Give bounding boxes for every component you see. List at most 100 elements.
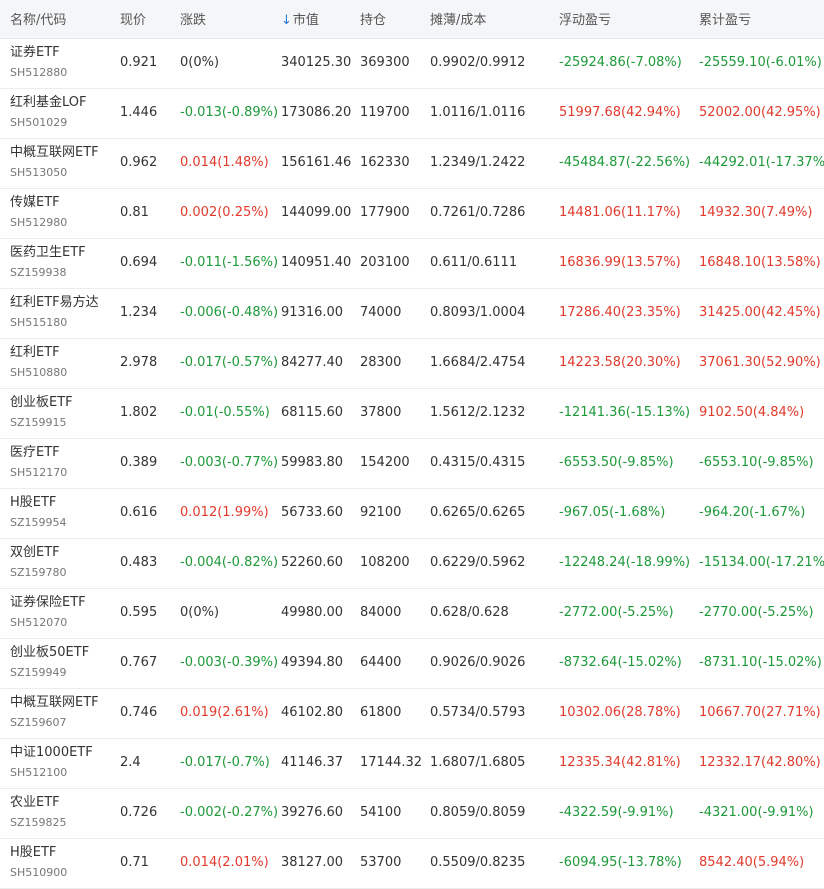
cost-cell: 0.611/0.6111 bbox=[430, 255, 518, 270]
change-cell: 0.019(2.61%) bbox=[180, 705, 269, 720]
fund-name[interactable]: 中概互联网ETF bbox=[10, 694, 99, 712]
market-value-cell: 140951.40 bbox=[281, 255, 352, 270]
total-pnl-cell: -2770.00(-5.25%) bbox=[699, 605, 814, 620]
fund-name[interactable]: 传媒ETF bbox=[10, 194, 67, 212]
table-row[interactable]: 创业板ETF SZ159915 1.802 -0.01(-0.55%) 68115.60… bbox=[0, 389, 824, 439]
table-row[interactable]: 传媒ETF SH512980 0.81 0.002(0.25%) 144099.00 17… bbox=[0, 189, 824, 239]
price-cell: 0.767 bbox=[120, 655, 158, 670]
float-pnl-cell: -6553.50(-9.85%) bbox=[559, 455, 674, 470]
fund-code: SZ159825 bbox=[10, 816, 67, 829]
market-value-cell: 56733.60 bbox=[281, 505, 344, 520]
fund-name[interactable]: 红利基金LOF bbox=[10, 94, 87, 112]
fund-name[interactable]: 红利ETF易方达 bbox=[10, 294, 99, 312]
total-pnl-cell: 12332.17(42.80%) bbox=[699, 755, 821, 770]
total-pnl-cell: 37061.30(52.90%) bbox=[699, 355, 821, 370]
fund-code: SZ159949 bbox=[10, 666, 67, 679]
float-pnl-cell: 16836.99(13.57%) bbox=[559, 255, 681, 270]
table-row[interactable]: H股ETF SZ159954 0.616 0.012(1.99%) 56733.60 92… bbox=[0, 489, 824, 539]
table-row[interactable]: 证券ETF SH512880 0.921 0(0%) 340125.30 369300 0.… bbox=[0, 39, 824, 89]
change-cell: -0.003(-0.77%) bbox=[180, 455, 279, 470]
cost-cell: 0.6265/0.6265 bbox=[430, 505, 526, 520]
column-header-change[interactable]: 涨跌 bbox=[180, 9, 206, 28]
fund-name-cell: H股ETF SZ159954 bbox=[10, 494, 67, 531]
column-header-cost[interactable]: 摊薄/成本 bbox=[430, 9, 486, 28]
fund-name[interactable]: H股ETF bbox=[10, 844, 67, 862]
float-pnl-cell: 51997.68(42.94%) bbox=[559, 105, 681, 120]
table-row[interactable]: 医疗ETF SH512170 0.389 -0.003(-0.77%) 59983.80… bbox=[0, 439, 824, 489]
market-value-cell: 173086.20 bbox=[281, 105, 352, 120]
fund-name[interactable]: 双创ETF bbox=[10, 544, 67, 562]
table-row[interactable]: H股ETF SH510900 0.71 0.014(2.01%) 38127.00 537… bbox=[0, 839, 824, 889]
total-pnl-cell: 16848.10(13.58%) bbox=[699, 255, 821, 270]
price-cell: 0.962 bbox=[120, 155, 158, 170]
holdings-cell: 177900 bbox=[360, 205, 410, 220]
price-cell: 0.694 bbox=[120, 255, 158, 270]
float-pnl-cell: -12141.36(-15.13%) bbox=[559, 405, 691, 420]
price-cell: 0.595 bbox=[120, 605, 158, 620]
table-row[interactable]: 红利基金LOF SH501029 1.446 -0.013(-0.89%) 173086… bbox=[0, 89, 824, 139]
fund-name[interactable]: 红利ETF bbox=[10, 344, 67, 362]
market-value-cell: 91316.00 bbox=[281, 305, 344, 320]
column-header-market-value[interactable]: ↓市值 bbox=[281, 9, 319, 28]
fund-name-cell: 创业板ETF SZ159915 bbox=[10, 394, 73, 431]
fund-code: SH515180 bbox=[10, 316, 68, 329]
fund-name-cell: 中概互联网ETF SZ159607 bbox=[10, 694, 99, 731]
column-header-holdings[interactable]: 持仓 bbox=[360, 9, 386, 28]
fund-name-cell: 中概互联网ETF SH513050 bbox=[10, 144, 99, 181]
fund-name-cell: 双创ETF SZ159780 bbox=[10, 544, 67, 581]
table-row[interactable]: 中概互联网ETF SH513050 0.962 0.014(1.48%) 156161.… bbox=[0, 139, 824, 189]
column-header-name[interactable]: 名称/代码 bbox=[10, 9, 66, 28]
float-pnl-cell: -12248.24(-18.99%) bbox=[559, 555, 691, 570]
fund-code: SH512880 bbox=[10, 66, 68, 79]
column-header-float-pnl[interactable]: 浮动盈亏 bbox=[559, 9, 611, 28]
fund-name[interactable]: 创业板50ETF bbox=[10, 644, 89, 662]
total-pnl-cell: 10667.70(27.71%) bbox=[699, 705, 821, 720]
table-row[interactable]: 农业ETF SZ159825 0.726 -0.002(-0.27%) 39276.60… bbox=[0, 789, 824, 839]
holdings-cell: 64400 bbox=[360, 655, 402, 670]
holdings-cell: 37800 bbox=[360, 405, 402, 420]
float-pnl-cell: 17286.40(23.35%) bbox=[559, 305, 681, 320]
price-cell: 1.446 bbox=[120, 105, 158, 120]
fund-name-cell: 红利ETF SH510880 bbox=[10, 344, 67, 381]
column-header-price[interactable]: 现价 bbox=[120, 9, 146, 28]
fund-name[interactable]: 农业ETF bbox=[10, 794, 67, 812]
fund-name-cell: 农业ETF SZ159825 bbox=[10, 794, 67, 831]
market-value-cell: 49394.80 bbox=[281, 655, 344, 670]
table-row[interactable]: 双创ETF SZ159780 0.483 -0.004(-0.82%) 52260.60… bbox=[0, 539, 824, 589]
table-row[interactable]: 红利ETF SH510880 2.978 -0.017(-0.57%) 84277.40… bbox=[0, 339, 824, 389]
fund-name[interactable]: 证券ETF bbox=[10, 44, 67, 62]
table-row[interactable]: 中概互联网ETF SZ159607 0.746 0.019(2.61%) 46102.8… bbox=[0, 689, 824, 739]
fund-code: SH512070 bbox=[10, 616, 68, 629]
fund-name[interactable]: 证券保险ETF bbox=[10, 594, 86, 612]
total-pnl-cell: -44292.01(-17.37%) bbox=[699, 155, 824, 170]
price-cell: 0.726 bbox=[120, 805, 158, 820]
price-cell: 0.746 bbox=[120, 705, 158, 720]
table-body: 证券ETF SH512880 0.921 0(0%) 340125.30 369300 0.… bbox=[0, 39, 824, 889]
fund-name[interactable]: H股ETF bbox=[10, 494, 67, 512]
float-pnl-cell: 14223.58(20.30%) bbox=[559, 355, 681, 370]
column-header-total-pnl[interactable]: 累计盈亏 bbox=[699, 9, 751, 28]
market-value-cell: 39276.60 bbox=[281, 805, 344, 820]
price-cell: 1.802 bbox=[120, 405, 158, 420]
market-value-cell: 340125.30 bbox=[281, 55, 352, 70]
table-row[interactable]: 证券保险ETF SH512070 0.595 0(0%) 49980.00 84000 0.… bbox=[0, 589, 824, 639]
market-value-cell: 41146.37 bbox=[281, 755, 344, 770]
table-row[interactable]: 中证1000ETF SH512100 2.4 -0.017(-0.7%) 41146.3… bbox=[0, 739, 824, 789]
table-row[interactable]: 创业板50ETF SZ159949 0.767 -0.003(-0.39%) 49394… bbox=[0, 639, 824, 689]
holdings-cell: 74000 bbox=[360, 305, 402, 320]
table-row[interactable]: 红利ETF易方达 SH515180 1.234 -0.006(-0.48%) 91316… bbox=[0, 289, 824, 339]
fund-name[interactable]: 医药卫生ETF bbox=[10, 244, 86, 262]
cost-cell: 0.5734/0.5793 bbox=[430, 705, 526, 720]
fund-name[interactable]: 创业板ETF bbox=[10, 394, 73, 412]
fund-name-cell: 医疗ETF SH512170 bbox=[10, 444, 67, 481]
cost-cell: 0.6229/0.5962 bbox=[430, 555, 526, 570]
table-row[interactable]: 医药卫生ETF SZ159938 0.694 -0.011(-1.56%) 140951… bbox=[0, 239, 824, 289]
total-pnl-cell: -4321.00(-9.91%) bbox=[699, 805, 814, 820]
fund-code: SH510900 bbox=[10, 866, 68, 879]
fund-name[interactable]: 中证1000ETF bbox=[10, 744, 93, 762]
cost-cell: 0.4315/0.4315 bbox=[430, 455, 526, 470]
holdings-cell: 92100 bbox=[360, 505, 402, 520]
holdings-cell: 28300 bbox=[360, 355, 402, 370]
fund-name[interactable]: 中概互联网ETF bbox=[10, 144, 99, 162]
fund-name[interactable]: 医疗ETF bbox=[10, 444, 67, 462]
